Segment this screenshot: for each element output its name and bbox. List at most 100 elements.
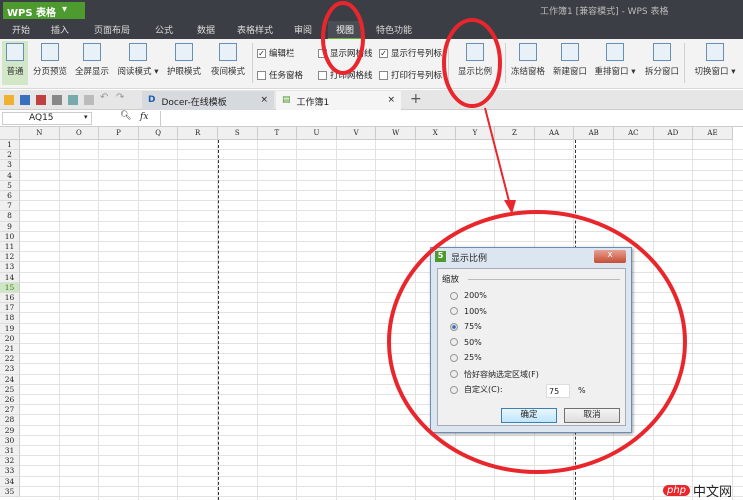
row-header[interactable]: 10 (0, 231, 20, 242)
column-header[interactable]: R (178, 127, 218, 140)
menu-tab[interactable]: 特色功能 (368, 21, 420, 38)
save-icon[interactable] (20, 95, 30, 105)
row-header[interactable]: 6 (0, 191, 20, 202)
checkbox-option[interactable]: 打印行号列标 (379, 69, 442, 81)
radio-button[interactable] (450, 385, 458, 394)
ribbon-button[interactable]: 显示比例 (455, 41, 495, 85)
ribbon-button[interactable]: 夜间模式 (208, 41, 248, 85)
column-header[interactable]: X (416, 127, 456, 140)
row-header[interactable]: 29 (0, 425, 20, 436)
new-tab-button[interactable]: + (410, 91, 422, 107)
select-all-corner[interactable] (0, 127, 20, 140)
pdf-icon[interactable] (36, 95, 46, 105)
column-header[interactable]: U (297, 127, 337, 140)
row-header[interactable]: 8 (0, 211, 20, 222)
row-header[interactable]: 32 (0, 456, 20, 467)
menu-tab[interactable]: 视图 (328, 21, 362, 40)
menu-tab[interactable]: 数据 (188, 21, 224, 38)
column-header[interactable]: Q (138, 127, 179, 140)
column-header[interactable]: Y (455, 127, 496, 140)
checkbox-option[interactable]: ✓ 显示行号列标 (379, 47, 442, 59)
column-header[interactable]: AA (534, 127, 575, 140)
row-header[interactable]: 33 (0, 466, 20, 477)
column-header[interactable]: AD (653, 127, 694, 140)
redo-icon[interactable]: ↷ (116, 92, 126, 103)
zoom-option[interactable]: 自定义(C): (450, 384, 503, 395)
row-header[interactable]: 2 (0, 150, 20, 161)
menu-tab[interactable]: 插入 (44, 21, 76, 38)
ribbon-button[interactable]: 护眼模式 (164, 41, 204, 85)
column-header[interactable]: O (59, 127, 100, 140)
ribbon-button[interactable]: 全屏显示 (72, 41, 112, 85)
custom-zoom-input[interactable]: 75 (546, 384, 570, 398)
open-icon[interactable] (4, 95, 14, 105)
column-header[interactable]: Z (495, 127, 535, 140)
radio-button[interactable] (450, 353, 458, 362)
menu-tab[interactable]: 页面布局 (86, 21, 138, 38)
checkbox[interactable] (318, 70, 327, 80)
zoom-option[interactable]: 100% (450, 307, 487, 316)
radio-button[interactable] (450, 338, 458, 346)
row-header[interactable]: 7 (0, 201, 20, 212)
column-header[interactable]: P (99, 127, 139, 140)
row-header[interactable]: 4 (0, 170, 20, 181)
column-header[interactable]: AB (574, 127, 614, 140)
column-header[interactable]: N (20, 127, 60, 140)
menu-tab[interactable]: 审阅 (288, 21, 318, 38)
radio-button[interactable] (450, 307, 458, 315)
row-header[interactable]: 13 (0, 262, 20, 273)
column-header[interactable]: V (336, 127, 377, 140)
close-button[interactable]: x (594, 250, 626, 263)
row-header[interactable]: 18 (0, 313, 20, 324)
tab-workbook[interactable]: ▤ 工作簿1 × (276, 91, 401, 110)
app-menu-button[interactable]: WPS 表格 ▾ (3, 2, 85, 19)
cancel-button[interactable]: 取消 (564, 408, 620, 423)
row-header[interactable]: 28 (0, 415, 20, 426)
checkbox-option[interactable]: 显示网格线 (318, 47, 373, 59)
row-header[interactable]: 35 (0, 486, 20, 497)
row-header[interactable]: 3 (0, 160, 20, 171)
row-header[interactable]: 22 (0, 354, 20, 365)
row-header[interactable]: 21 (0, 344, 20, 355)
row-header[interactable]: 30 (0, 435, 20, 446)
checkbox-option[interactable]: ✓ 编辑栏 (257, 47, 295, 59)
close-tab-icon[interactable]: × (387, 95, 395, 106)
format-icon[interactable] (84, 95, 94, 105)
zoom-option[interactable]: 50% (450, 338, 482, 347)
radio-button[interactable] (450, 370, 458, 378)
tab-docer[interactable]: D Docer-在线模板 × (142, 91, 274, 110)
row-header[interactable]: 5 (0, 180, 20, 191)
menu-tab[interactable]: 表格样式 (230, 21, 280, 38)
zoom-icon[interactable]: 🔍︎ (120, 111, 131, 121)
zoom-option[interactable]: 200% (450, 291, 487, 300)
ribbon-button[interactable]: 新建窗口 (550, 41, 590, 85)
close-tab-icon[interactable]: × (260, 95, 268, 106)
undo-icon[interactable]: ↶ (100, 92, 110, 103)
checkbox-option[interactable]: 打印网格线 (318, 69, 373, 81)
zoom-option[interactable]: 75% (450, 322, 482, 331)
column-header[interactable]: AC (614, 127, 654, 140)
radio-button[interactable] (450, 322, 458, 331)
column-header[interactable]: S (218, 127, 258, 140)
ribbon-button[interactable]: 分页预览 (30, 41, 70, 85)
column-header[interactable]: W (376, 127, 416, 140)
zoom-option[interactable]: 恰好容纳选定区域(F) (450, 369, 539, 380)
zoom-option[interactable]: 25% (450, 353, 482, 362)
checkbox[interactable] (379, 70, 388, 80)
formula-input[interactable] (160, 111, 743, 126)
ribbon-button[interactable]: 重排窗口 ▾ (592, 41, 638, 85)
checkbox[interactable]: ✓ (379, 48, 388, 58)
column-header[interactable]: T (257, 127, 298, 140)
checkbox[interactable]: ✓ (257, 48, 266, 58)
name-box[interactable]: AQ15 (2, 112, 92, 125)
ribbon-button[interactable]: 阅读模式 ▾ (114, 41, 162, 85)
row-header[interactable]: 14 (0, 272, 20, 283)
row-header[interactable]: 19 (0, 323, 20, 334)
chevron-down-icon[interactable]: ▾ (84, 113, 88, 121)
radio-button[interactable] (450, 291, 458, 300)
row-header[interactable]: 1 (0, 140, 20, 151)
ok-button[interactable]: 确定 (501, 408, 557, 423)
row-header[interactable]: 12 (0, 252, 20, 263)
ribbon-button[interactable]: 拆分窗口 (640, 41, 684, 85)
row-header[interactable]: 34 (0, 476, 20, 487)
